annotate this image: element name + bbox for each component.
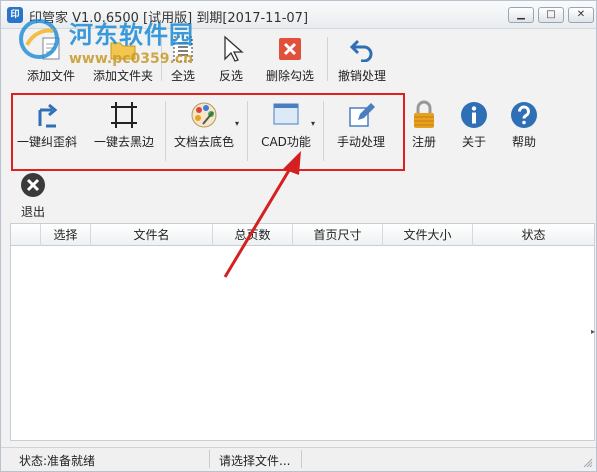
select-all-icon — [166, 33, 200, 65]
resize-grip-icon[interactable] — [583, 458, 593, 468]
status-bar: 状态:准备就绪 请选择文件... — [1, 447, 596, 471]
invert-selection-label: 反选 — [218, 69, 243, 83]
undo-process-label: 撤销处理 — [337, 69, 386, 83]
maximize-button[interactable]: □ — [538, 7, 564, 23]
title-bar[interactable]: 印 印管家 V1.0.6500 [试用版] 到期[2017-11-07] ▁ □… — [1, 1, 596, 29]
highlight-box — [11, 93, 405, 171]
status-divider — [301, 450, 302, 468]
delete-checked-label: 删除勾选 — [265, 69, 314, 83]
close-button[interactable]: ✕ — [568, 7, 594, 23]
delete-x-icon — [273, 33, 307, 65]
cursor-arrow-icon — [214, 33, 248, 65]
undo-arrow-icon — [345, 33, 379, 65]
status-text: 状态:准备就绪 — [19, 454, 96, 468]
select-all-button[interactable]: 全选 — [163, 33, 203, 84]
column-header-filename[interactable]: 文件名 — [91, 224, 213, 246]
file-list-table[interactable]: 选择 文件名 总页数 首页尺寸 文件大小 状态 — [10, 223, 595, 441]
exit-x-icon — [16, 169, 50, 201]
info-icon — [457, 99, 491, 131]
help-label: 帮助 — [511, 135, 536, 149]
select-all-label: 全选 — [170, 69, 195, 83]
about-button[interactable]: 关于 — [457, 99, 491, 150]
exit-label: 退出 — [20, 205, 45, 219]
delete-checked-button[interactable]: 删除勾选 — [263, 33, 317, 84]
add-file-icon — [34, 33, 68, 65]
add-file-button[interactable]: 添加文件 — [15, 33, 87, 84]
column-header-status[interactable]: 状态 — [473, 224, 594, 246]
exit-button[interactable]: 退出 — [15, 169, 51, 220]
help-question-icon — [507, 99, 541, 131]
add-file-label: 添加文件 — [26, 69, 75, 83]
table-header: 选择 文件名 总页数 首页尺寸 文件大小 状态 — [11, 224, 594, 246]
toolbar-divider — [161, 37, 162, 81]
column-header-blank[interactable] — [11, 224, 41, 246]
register-button[interactable]: 注册 — [407, 99, 441, 150]
invert-selection-button[interactable]: 反选 — [211, 33, 251, 84]
splitter-arrow-icon[interactable]: ▸ — [591, 327, 595, 336]
undo-process-button[interactable]: 撤销处理 — [335, 33, 389, 84]
status-divider — [209, 450, 210, 468]
status-message: 请选择文件... — [219, 454, 291, 468]
help-button[interactable]: 帮助 — [506, 99, 542, 150]
about-label: 关于 — [461, 135, 486, 149]
app-window: 印 印管家 V1.0.6500 [试用版] 到期[2017-11-07] ▁ □… — [0, 0, 597, 472]
window-title: 印管家 V1.0.6500 [试用版] 到期[2017-11-07] — [29, 11, 309, 26]
add-folder-button[interactable]: 添加文件夹 — [81, 33, 165, 84]
app-logo-icon: 印 — [7, 7, 23, 23]
column-header-select[interactable]: 选择 — [41, 224, 91, 246]
add-folder-label: 添加文件夹 — [92, 69, 153, 83]
lock-icon — [407, 99, 441, 131]
column-header-first-page-size[interactable]: 首页尺寸 — [293, 224, 383, 246]
column-header-page-count[interactable]: 总页数 — [213, 224, 293, 246]
register-label: 注册 — [411, 135, 436, 149]
toolbar-divider — [327, 37, 328, 81]
column-header-file-size[interactable]: 文件大小 — [383, 224, 473, 246]
minimize-button[interactable]: ▁ — [508, 7, 534, 23]
add-folder-icon — [106, 33, 140, 65]
